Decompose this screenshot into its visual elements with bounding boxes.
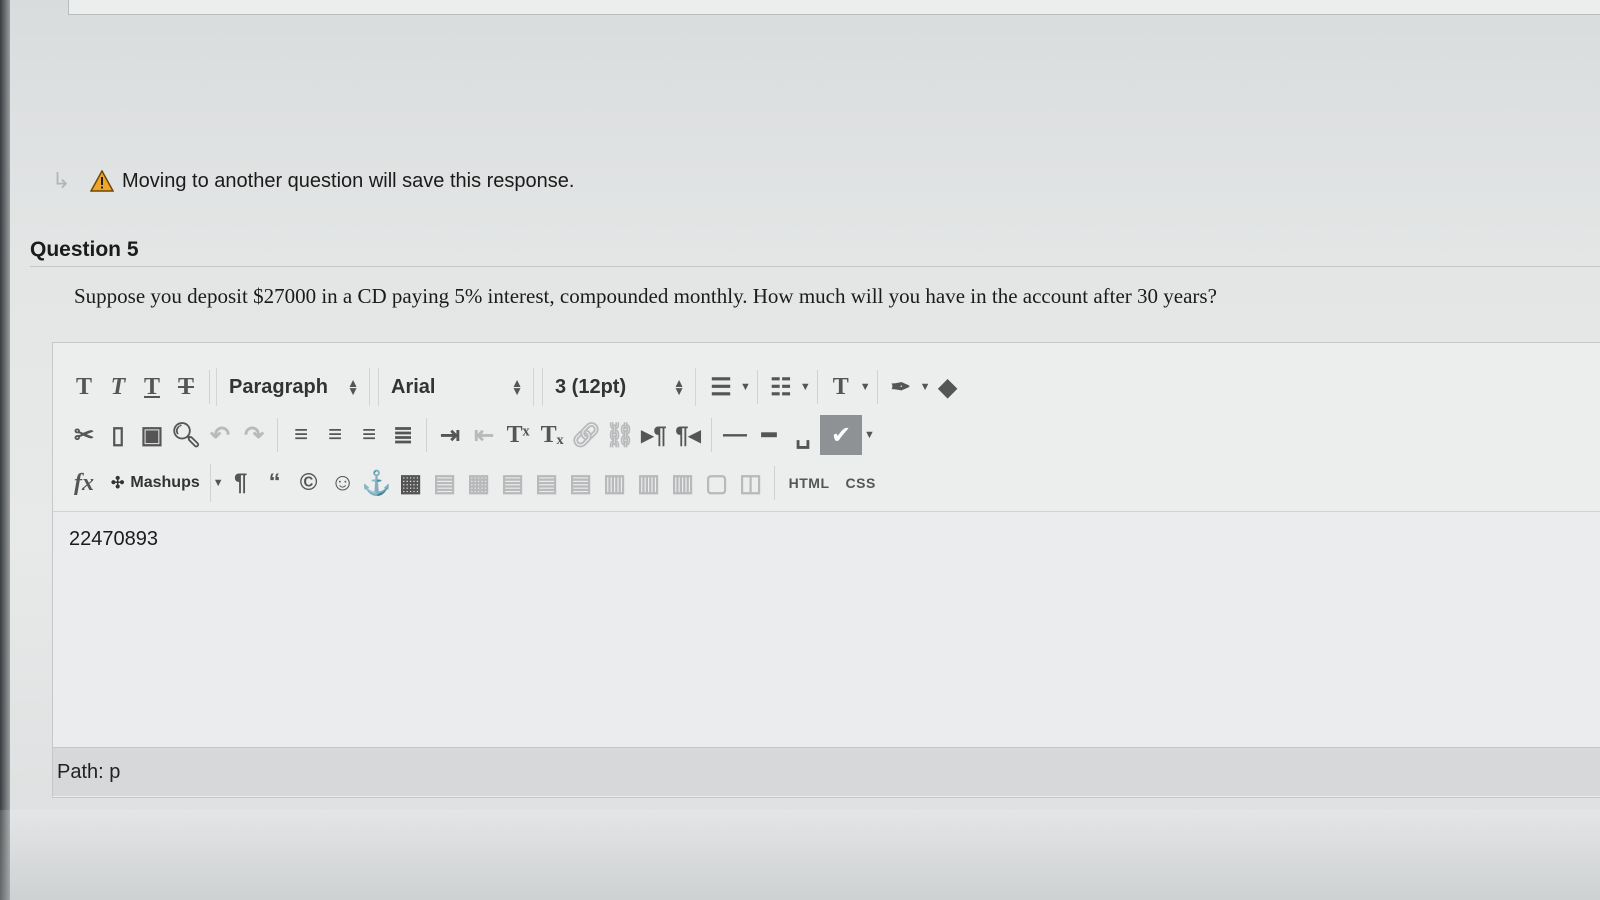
bullet-list-button[interactable]: ☰: [704, 369, 738, 405]
chevron-down-icon[interactable]: ▼: [213, 477, 224, 489]
toolbar-separator: [209, 370, 210, 404]
nonbreaking-space-icon[interactable]: ␣: [786, 417, 820, 453]
cut-icon[interactable]: ✂: [67, 417, 101, 453]
paragraph-mark-icon[interactable]: ¶: [224, 465, 258, 501]
horizontal-rule-icon[interactable]: —: [718, 417, 752, 453]
editor-content: 22470893: [69, 528, 158, 550]
toolbar-separator: [711, 418, 712, 452]
table-row-props-icon[interactable]: ▤: [428, 465, 462, 501]
indent-icon[interactable]: ⇥: [433, 417, 467, 453]
toolbar-row-1: T T T T Paragraph ▲ ▼ Arial ▲ ▼ 3 (12pt) ▲…: [67, 365, 965, 409]
question-prompt: Suppose you deposit $27000 in a CD payin…: [74, 284, 1217, 308]
blockquote-icon[interactable]: “: [258, 465, 292, 501]
question-divider: [30, 266, 1600, 267]
font-size-value: 3 (12pt): [555, 375, 627, 398]
merge-cells-icon[interactable]: ◫: [734, 465, 768, 501]
insert-row-after-icon[interactable]: ▤: [530, 465, 564, 501]
text-color-button[interactable]: T: [824, 369, 858, 405]
paragraph-format-select[interactable]: Paragraph ▲ ▼: [216, 368, 370, 406]
select-arrows-icon: ▲ ▼: [673, 376, 685, 398]
ltr-paragraph-icon[interactable]: ▸¶: [637, 417, 671, 453]
mashups-icon: ✣: [111, 475, 125, 492]
select-arrows-icon: ▲ ▼: [347, 376, 359, 398]
path-value[interactable]: p: [109, 761, 120, 784]
toolbar-separator: [756, 370, 758, 404]
underline-button[interactable]: T: [135, 369, 169, 405]
emoticon-icon[interactable]: ☺: [326, 465, 360, 501]
table-cell-props-icon[interactable]: ▦: [462, 465, 496, 501]
rich-text-editor: T T T T Paragraph ▲ ▼ Arial ▲ ▼ 3 (12pt) ▲…: [52, 342, 1600, 798]
paragraph-format-value: Paragraph: [229, 375, 328, 398]
outdent-icon[interactable]: ⇤: [467, 417, 501, 453]
html-button[interactable]: HTML: [781, 475, 838, 491]
reply-arrow-icon: ↳: [52, 168, 71, 193]
toolbar-separator: [773, 466, 775, 500]
chevron-down-icon[interactable]: ▼: [864, 429, 875, 441]
superscript-icon[interactable]: Tˣ: [501, 417, 535, 453]
editor-body[interactable]: 22470893: [53, 511, 1600, 748]
toolbar-separator: [876, 370, 878, 404]
font-size-select[interactable]: 3 (12pt) ▲ ▼: [542, 368, 696, 406]
chevron-down-icon[interactable]: ▼: [740, 381, 751, 393]
anchor-icon[interactable]: ⚓: [360, 465, 394, 501]
undo-icon[interactable]: ↶: [203, 417, 237, 453]
delete-row-icon[interactable]: ▤: [564, 465, 598, 501]
editor-toolbar: T T T T Paragraph ▲ ▼ Arial ▲ ▼ 3 (12pt) ▲…: [67, 365, 1600, 509]
align-right-icon[interactable]: ≡: [352, 417, 386, 453]
unlink-icon[interactable]: ⛓: [603, 417, 637, 453]
eraser-icon[interactable]: ◆: [931, 369, 965, 405]
toolbar-row-3: fx ✣ Mashups ▼ ¶ “ © ☺ ⚓ ▦ ▤ ▦ ▤ ▤ ▤ ▥ ▥…: [67, 461, 884, 505]
toolbar-row-2: ✂ ▯ ▣ 🔍︎ ↶ ↷ ≡ ≡ ≡ ≣ ⇥ ⇤ Tˣ Tₓ 🔗︎ ⛓ ▸¶ ¶…: [67, 413, 875, 457]
find-icon[interactable]: 🔍︎: [169, 417, 203, 453]
mashups-dropdown[interactable]: ✣ Mashups: [101, 464, 211, 502]
chevron-down-icon[interactable]: ▼: [800, 381, 811, 393]
toolbar-separator: [426, 418, 427, 452]
align-justify-icon[interactable]: ≣: [386, 417, 420, 453]
warning-icon: [90, 170, 114, 192]
font-family-value: Arial: [391, 375, 436, 398]
chevron-down-icon[interactable]: ▼: [860, 381, 871, 393]
strikethrough-button[interactable]: T: [169, 369, 203, 405]
formula-icon[interactable]: fx: [67, 465, 101, 501]
redo-icon[interactable]: ↷: [237, 417, 271, 453]
screen-edge: [0, 0, 10, 900]
copy-icon[interactable]: ▯: [101, 417, 135, 453]
rtl-paragraph-icon[interactable]: ¶◂: [671, 417, 705, 453]
link-icon[interactable]: 🔗︎: [569, 417, 603, 453]
numbered-list-button[interactable]: ☷: [764, 369, 798, 405]
paste-icon[interactable]: ▣: [135, 417, 169, 453]
italic-button[interactable]: T: [101, 369, 135, 405]
align-left-icon[interactable]: ≡: [284, 417, 318, 453]
thick-rule-icon[interactable]: ━: [752, 417, 786, 453]
highlight-pen-icon[interactable]: ✒: [884, 369, 918, 405]
path-label: Path:: [57, 760, 104, 783]
bold-button[interactable]: T: [67, 369, 101, 405]
insert-col-after-icon[interactable]: ▥: [632, 465, 666, 501]
editor-path-bar: Path: p: [53, 747, 1600, 796]
save-notice: ↳ Moving to another question will save t…: [52, 168, 574, 194]
css-button[interactable]: CSS: [838, 475, 884, 491]
question-title: Question 5: [30, 238, 139, 261]
chevron-down-icon[interactable]: ▼: [920, 381, 931, 393]
insert-table-icon[interactable]: ▦: [394, 465, 428, 501]
delete-col-icon[interactable]: ▥: [666, 465, 700, 501]
select-arrows-icon: ▲ ▼: [511, 376, 523, 398]
subscript-icon[interactable]: Tₓ: [535, 417, 569, 453]
mashups-label: Mashups: [130, 474, 200, 491]
spellcheck-button[interactable]: ✔: [820, 415, 862, 455]
insert-col-before-icon[interactable]: ▥: [598, 465, 632, 501]
previous-panel-edge: [68, 0, 1600, 15]
bottom-shading: [0, 810, 1600, 900]
insert-row-before-icon[interactable]: ▤: [496, 465, 530, 501]
toolbar-separator: [277, 418, 278, 452]
split-cells-icon[interactable]: ▢: [700, 465, 734, 501]
toolbar-separator: [816, 370, 818, 404]
save-notice-text: Moving to another question will save thi…: [122, 169, 575, 192]
font-family-select[interactable]: Arial ▲ ▼: [378, 368, 534, 406]
align-center-icon[interactable]: ≡: [318, 417, 352, 453]
copyright-icon[interactable]: ©: [292, 465, 326, 501]
